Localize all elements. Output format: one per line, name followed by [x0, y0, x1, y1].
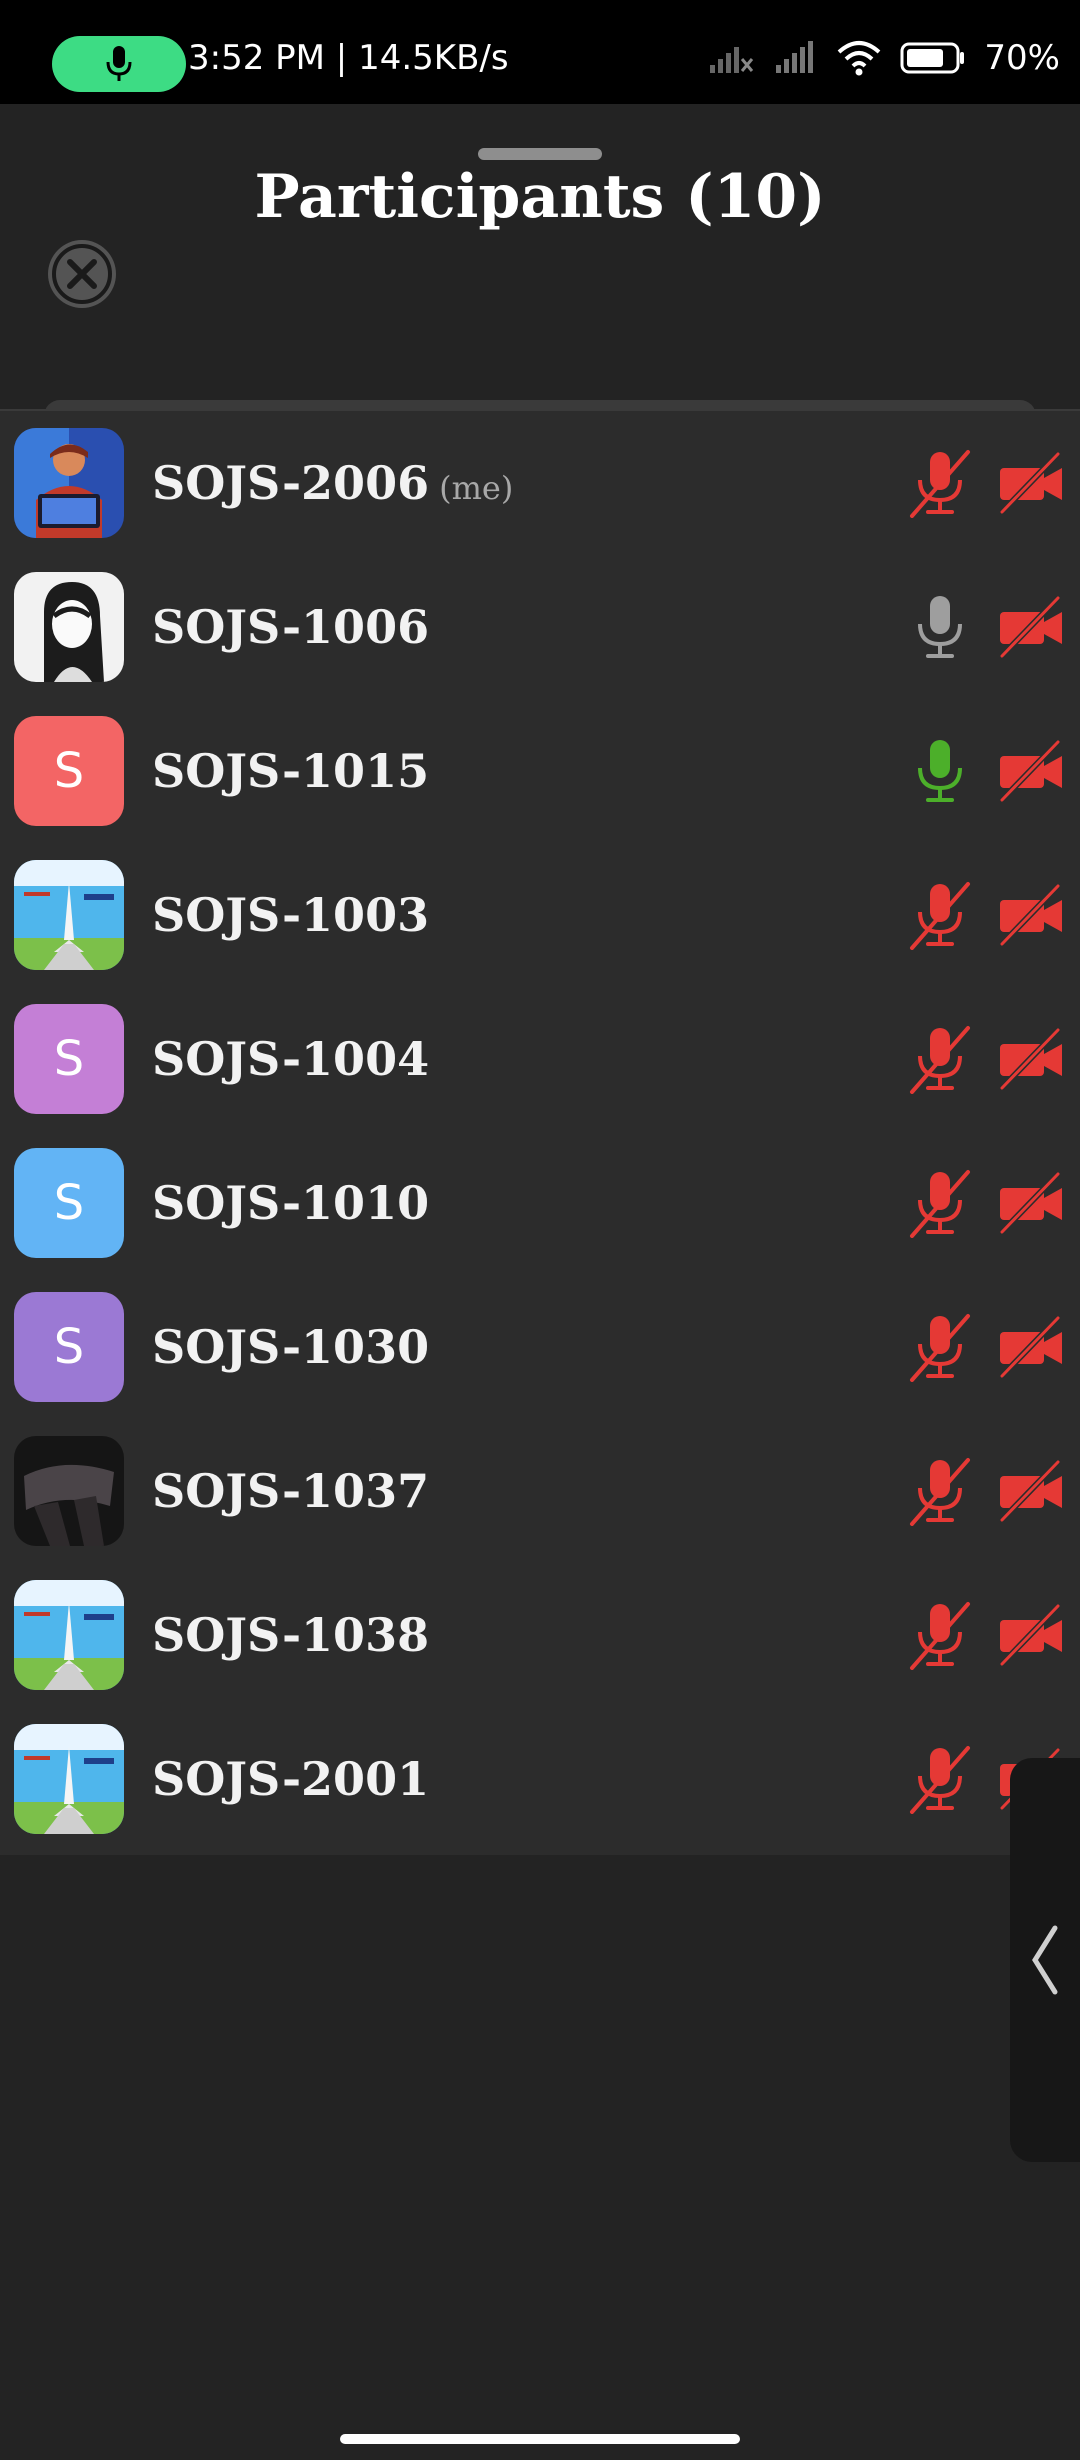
participant-row[interactable]: SOJS-2001	[0, 1707, 1080, 1851]
avatar: S	[14, 1292, 124, 1402]
mic-muted-icon[interactable]	[908, 1456, 972, 1526]
mic-muted-icon[interactable]	[908, 448, 972, 518]
participant-row[interactable]: S SOJS-1015	[0, 699, 1080, 843]
participant-name: SOJS-1037	[152, 1464, 429, 1518]
participant-name-text: SOJS-1004	[152, 1032, 430, 1086]
participant-name: SOJS-1004	[152, 1032, 429, 1086]
participant-name-text: SOJS-2001	[152, 1752, 430, 1806]
participant-list: SOJS-2006 (me) SOJS-1006 S SOJS-1015 SOJS-100…	[0, 411, 1080, 1855]
participant-name-text: SOJS-1038	[152, 1608, 430, 1662]
participant-name-text: SOJS-2006	[152, 456, 430, 510]
participant-name: SOJS-1038	[152, 1608, 429, 1662]
participant-row[interactable]: SOJS-1037	[0, 1419, 1080, 1563]
participant-name: SOJS-1015	[152, 744, 429, 798]
camera-off-icon[interactable]	[996, 880, 1066, 950]
mic-muted-icon[interactable]	[908, 1312, 972, 1382]
camera-off-icon[interactable]	[996, 1600, 1066, 1670]
avatar	[14, 572, 124, 682]
side-panel-toggle[interactable]	[1010, 1758, 1080, 2162]
participant-name: SOJS-1030	[152, 1320, 429, 1374]
participant-name-text: SOJS-1015	[152, 744, 430, 798]
mic-icon[interactable]	[908, 736, 972, 806]
participant-name: SOJS-2001	[152, 1752, 429, 1806]
participant-name-text: SOJS-1003	[152, 888, 430, 942]
participant-row[interactable]: SOJS-1003	[0, 843, 1080, 987]
camera-off-icon[interactable]	[996, 1168, 1066, 1238]
active-mic-indicator[interactable]	[52, 36, 186, 92]
participant-name: SOJS-1006	[152, 600, 429, 654]
signal-x-icon	[710, 47, 754, 73]
close-icon	[52, 244, 112, 304]
participant-name-text: SOJS-1037	[152, 1464, 430, 1518]
participant-name: SOJS-1010	[152, 1176, 429, 1230]
participant-row[interactable]: S SOJS-1030	[0, 1275, 1080, 1419]
avatar: S	[14, 1004, 124, 1114]
camera-off-icon[interactable]	[996, 1456, 1066, 1526]
mic-muted-icon[interactable]	[908, 1024, 972, 1094]
avatar	[14, 1724, 124, 1834]
camera-off-icon[interactable]	[996, 736, 1066, 806]
me-label: (me)	[439, 469, 514, 507]
chevron-left-icon	[1032, 1925, 1058, 1995]
participant-name: SOJS-2006 (me)	[152, 456, 513, 510]
battery-percent: 70%	[984, 38, 1060, 78]
avatar	[14, 1436, 124, 1546]
participant-row[interactable]: SOJS-2006 (me)	[0, 411, 1080, 555]
avatar: S	[14, 716, 124, 826]
participant-row[interactable]: SOJS-1038	[0, 1563, 1080, 1707]
camera-off-icon[interactable]	[996, 592, 1066, 662]
mic-icon	[106, 46, 132, 81]
mic-muted-icon[interactable]	[908, 1168, 972, 1238]
participant-name-text: SOJS-1010	[152, 1176, 430, 1230]
participant-row[interactable]: SOJS-1006	[0, 555, 1080, 699]
status-bar: 3:52 PM | 14.5KB/s 70%	[0, 0, 1080, 104]
participant-row[interactable]: S SOJS-1010	[0, 1131, 1080, 1275]
avatar: S	[14, 1148, 124, 1258]
participant-name-text: SOJS-1006	[152, 600, 430, 654]
wifi-icon	[838, 41, 881, 76]
status-time-speed: 3:52 PM | 14.5KB/s	[188, 38, 509, 78]
mic-muted-icon[interactable]	[908, 880, 972, 950]
status-icons: 70%	[708, 38, 1060, 78]
mic-muted-icon[interactable]	[908, 1600, 972, 1670]
participant-name: SOJS-1003	[152, 888, 429, 942]
mic-icon[interactable]	[908, 592, 972, 662]
avatar	[14, 1580, 124, 1690]
battery-icon	[900, 42, 965, 74]
participant-name-text: SOJS-1030	[152, 1320, 430, 1374]
camera-off-icon[interactable]	[996, 1312, 1066, 1382]
home-indicator[interactable]	[340, 2434, 740, 2444]
close-button[interactable]	[48, 240, 116, 308]
page-title: Participants (10)	[254, 162, 826, 232]
avatar	[14, 428, 124, 538]
avatar	[14, 860, 124, 970]
mic-muted-icon[interactable]	[908, 1744, 972, 1814]
camera-off-icon[interactable]	[996, 448, 1066, 518]
camera-off-icon[interactable]	[996, 1024, 1066, 1094]
drag-handle[interactable]	[478, 148, 602, 160]
participant-row[interactable]: S SOJS-1004	[0, 987, 1080, 1131]
signal-icon	[776, 41, 814, 73]
